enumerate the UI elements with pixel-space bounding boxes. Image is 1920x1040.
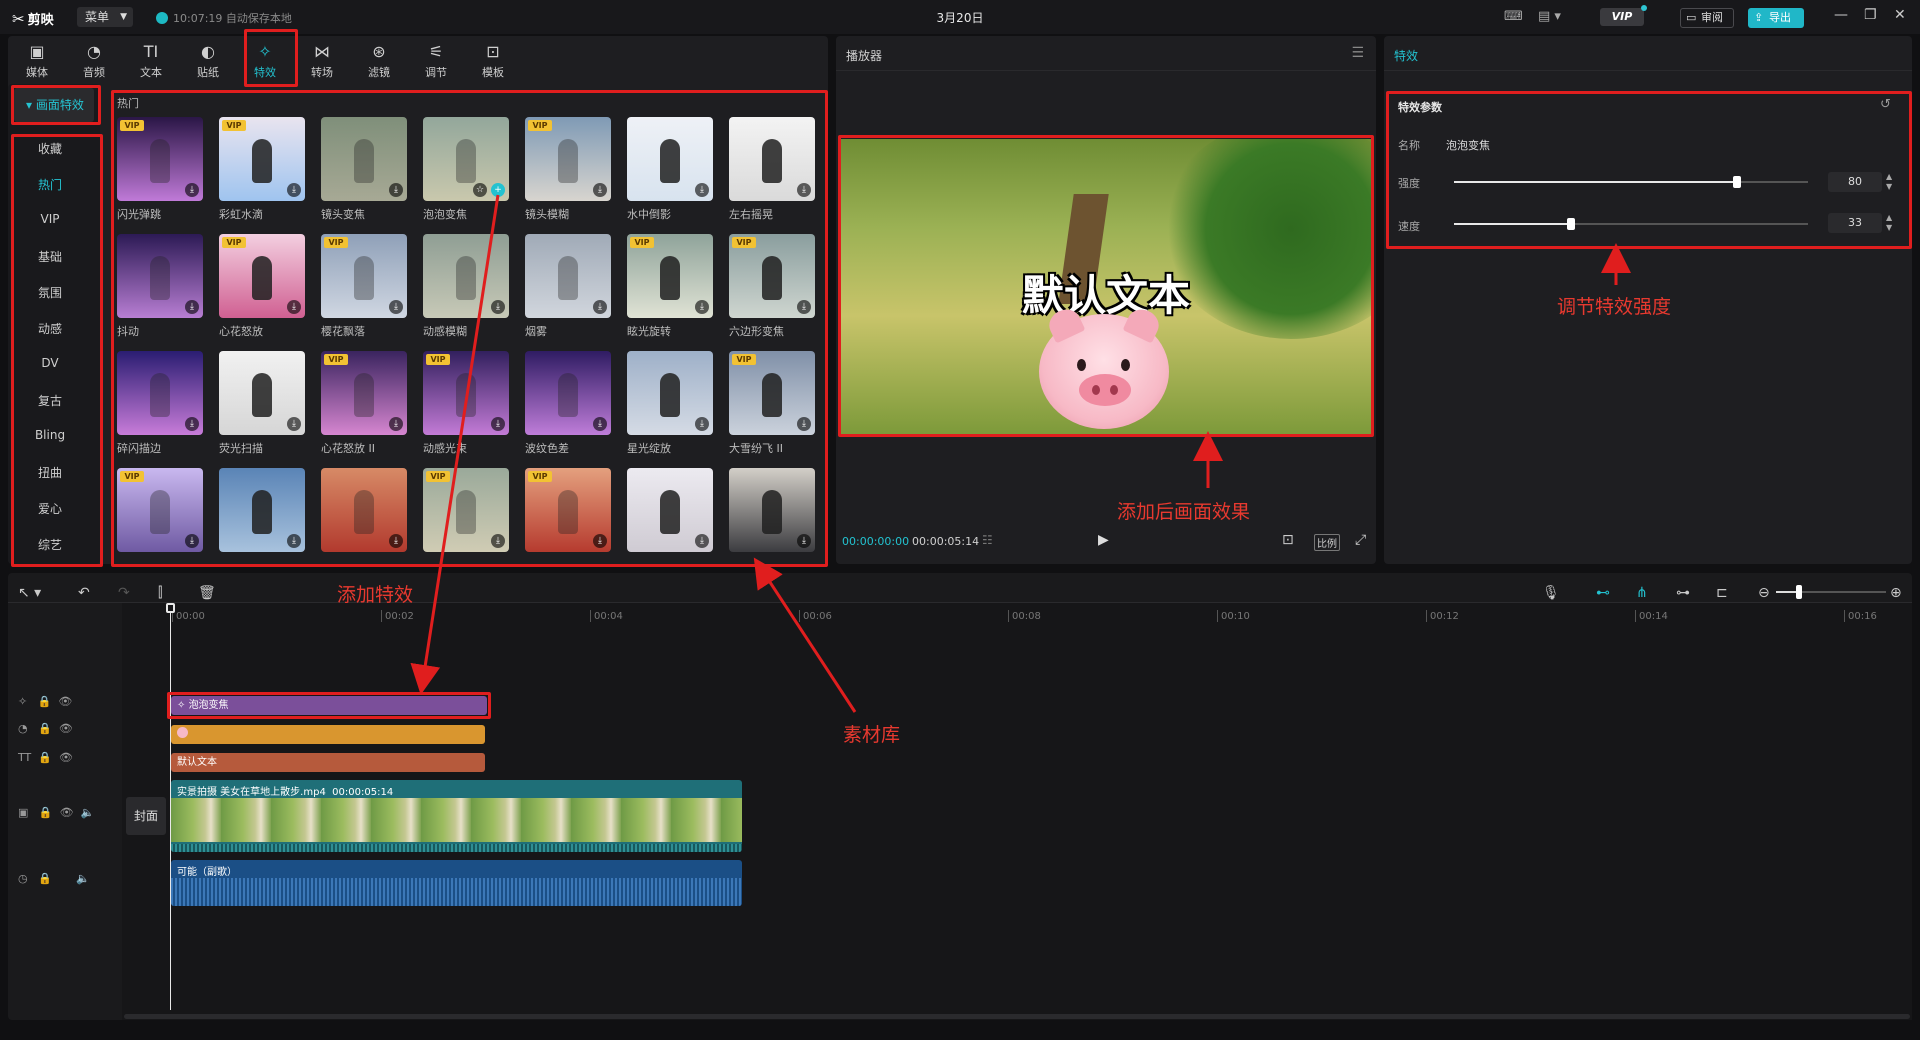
arrow-library: [753, 557, 857, 713]
arrow-add-effect: [410, 194, 500, 695]
annotation-arrows: [410, 194, 1631, 713]
app-window: ✂ 剪映 菜单 ▼ 10:07:19 自动保存本地 3月20日 ⌨ ▤ ▾ VIP …: [0, 0, 1920, 1040]
